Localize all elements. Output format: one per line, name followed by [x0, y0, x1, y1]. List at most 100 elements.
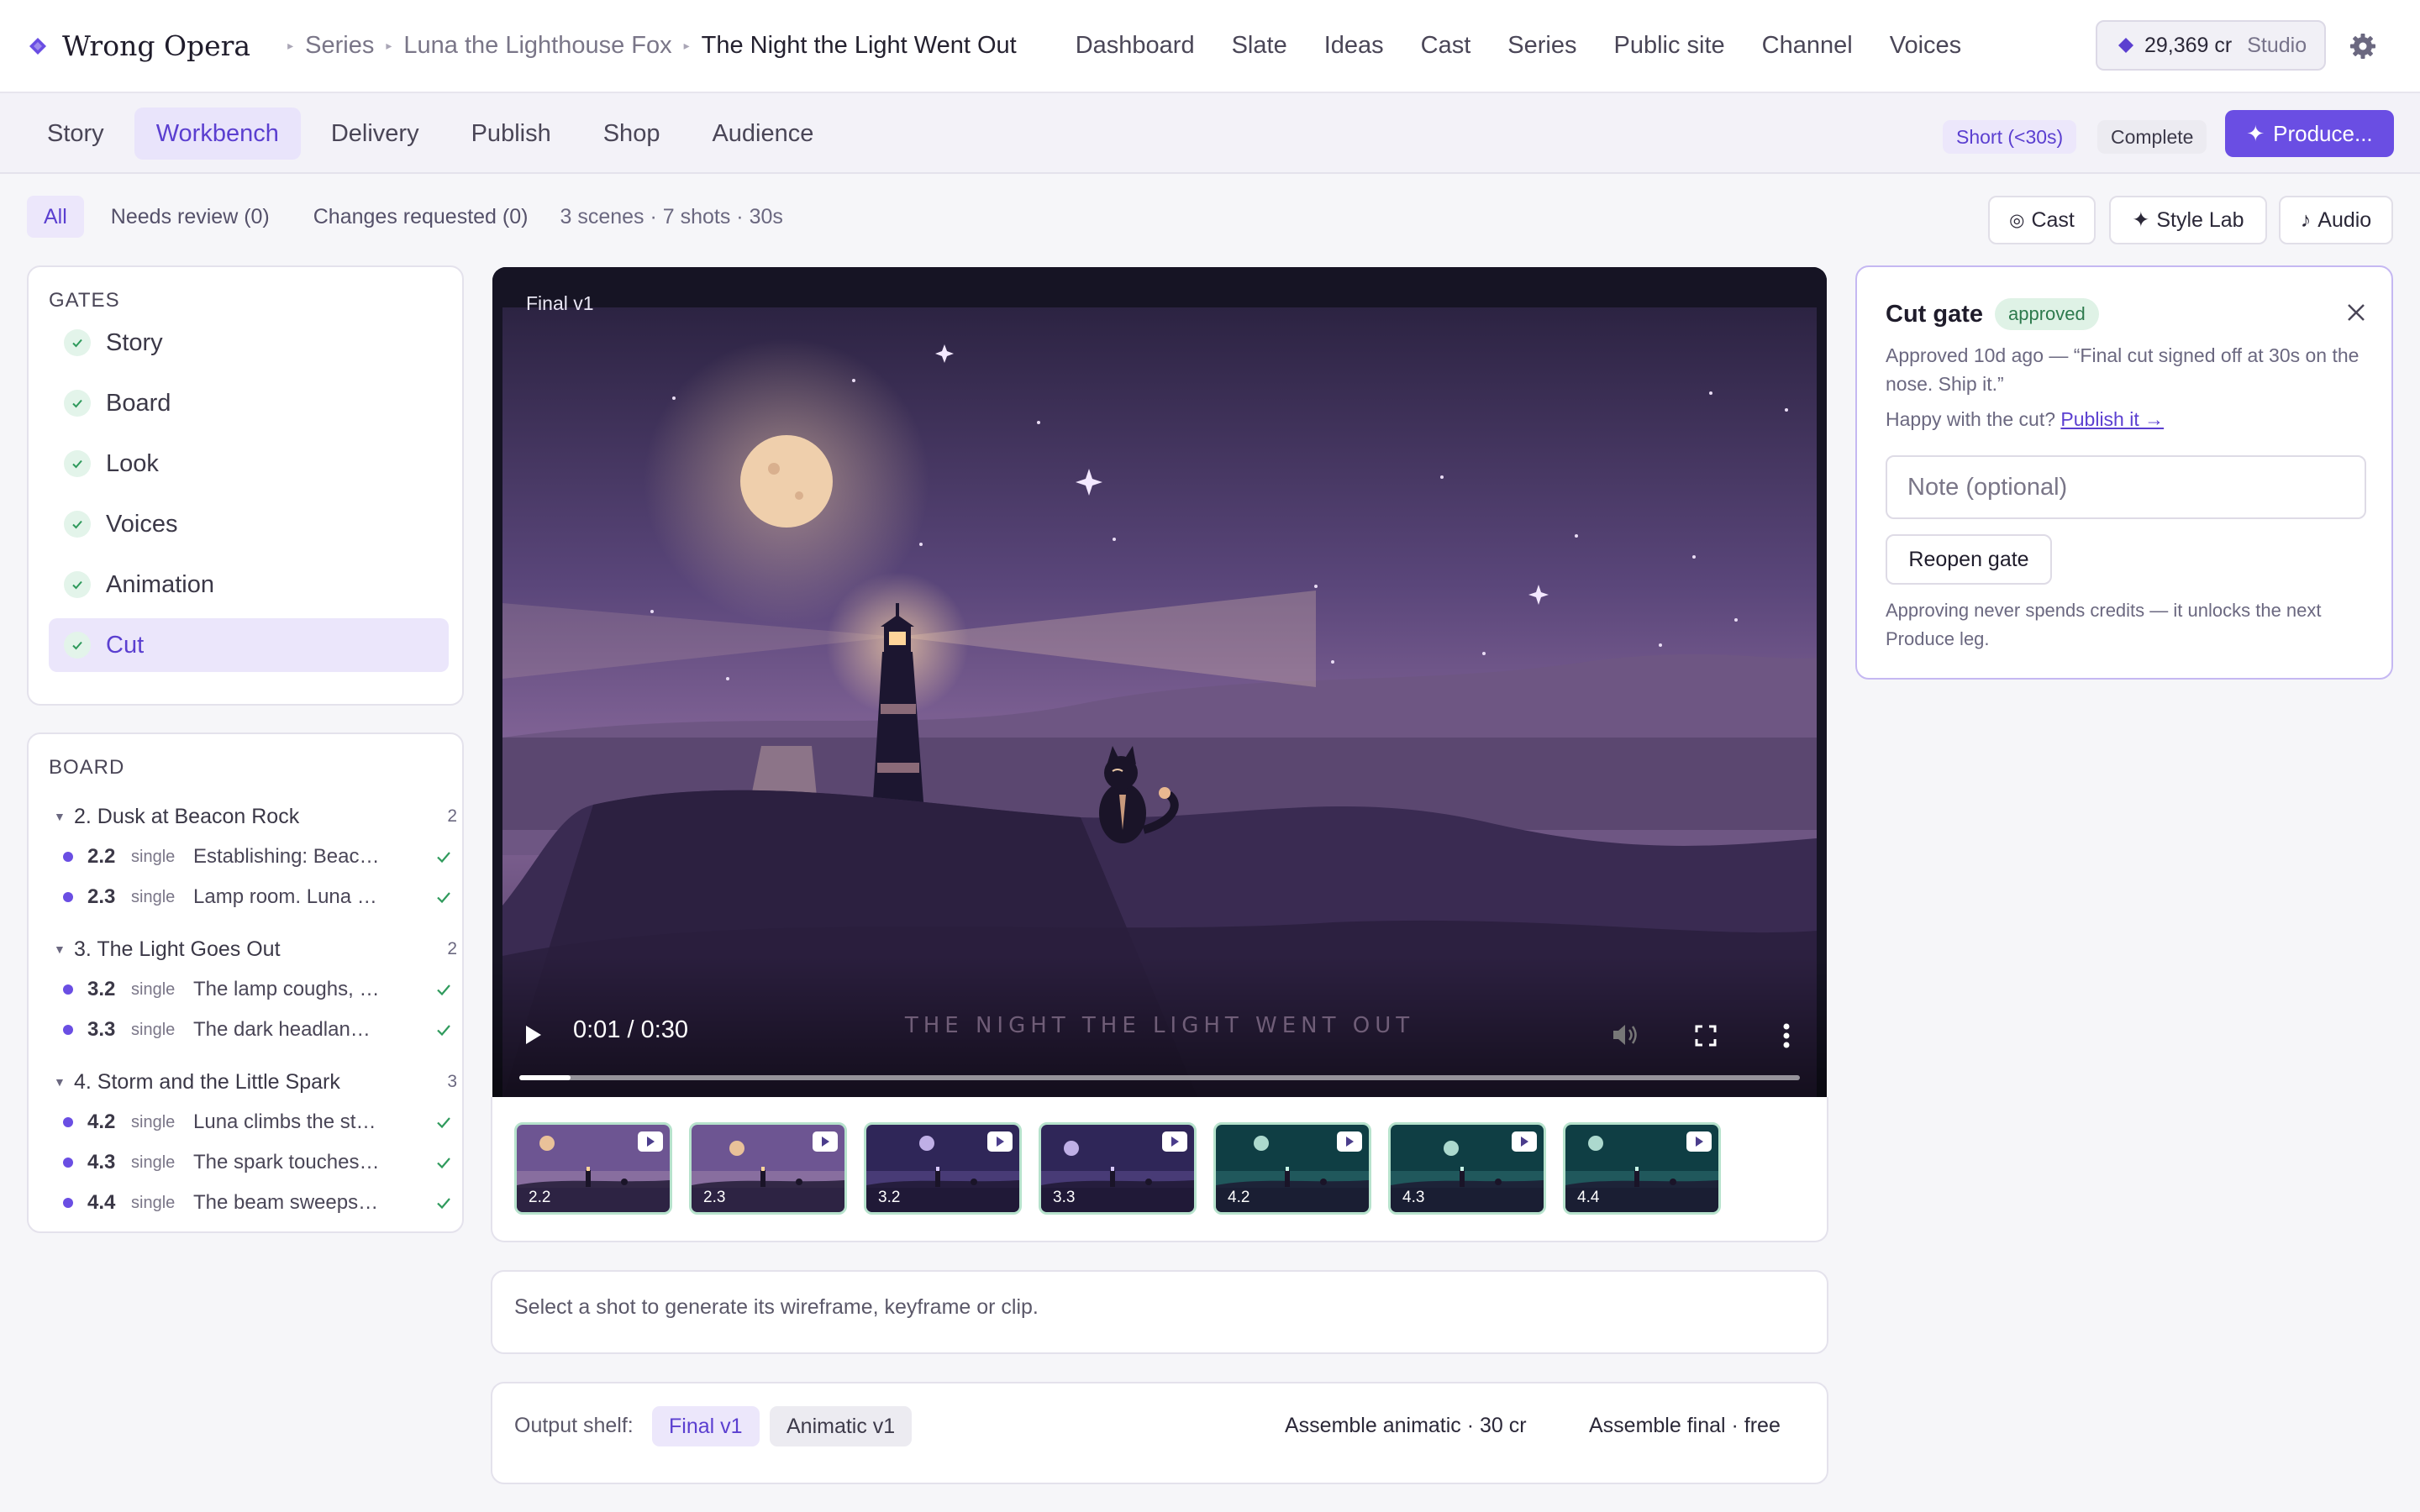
breadcrumb-series[interactable]: Series — [305, 32, 374, 60]
sparkle-icon: ✦ — [2132, 208, 2150, 232]
video-frame-illustration: THE NIGHT THE LIGHT WENT OUT — [492, 267, 1827, 1099]
audio-label: Audio — [2317, 207, 2372, 232]
shot-thumbnail[interactable]: 3.2 — [864, 1122, 1022, 1215]
shot-thumbnail[interactable]: 4.4 — [1563, 1122, 1721, 1215]
gate-animation[interactable]: Animation — [49, 558, 449, 612]
play-icon[interactable] — [1512, 1131, 1537, 1152]
gate-label: Cut — [106, 631, 145, 659]
thumbnail-label: 4.2 — [1228, 1189, 1250, 1206]
publish-link[interactable]: Publish it → — [2060, 408, 2164, 430]
nav-ideas[interactable]: Ideas — [1324, 32, 1384, 60]
fullscreen-icon[interactable] — [1694, 1024, 1718, 1047]
play-icon[interactable] — [1162, 1131, 1187, 1152]
reopen-gate-button[interactable]: Reopen gate — [1886, 534, 2052, 585]
tab-story[interactable]: Story — [25, 108, 126, 160]
shot-dot-icon — [63, 892, 73, 902]
nav-channel[interactable]: Channel — [1762, 32, 1853, 60]
shot-thumbnail[interactable]: 3.3 — [1039, 1122, 1197, 1215]
shot-row[interactable]: 4.3 single The spark touches the lamp — [54, 1142, 457, 1183]
board-title: BOARD — [49, 756, 125, 779]
play-icon[interactable] — [523, 1023, 544, 1047]
shot-row[interactable]: 3.3 single The dark headland at night — [54, 1010, 457, 1050]
produce-button[interactable]: ✦ Produce... — [2225, 110, 2394, 157]
plan-label: Studio — [2247, 33, 2307, 57]
shot-description: Lamp room. Luna checks the lamp — [193, 885, 381, 908]
shot-thumbnail[interactable]: 2.3 — [689, 1122, 847, 1215]
assemble-animatic-button[interactable]: Assemble animatic · 30 cr — [1285, 1414, 1527, 1438]
breadcrumb-show[interactable]: Luna the Lighthouse Fox — [403, 32, 671, 60]
caret-down-icon: ▼ — [54, 810, 66, 823]
scene-header[interactable]: ▼ 3. The Light Goes Out 2 — [54, 929, 457, 969]
assemble-final-button[interactable]: Assemble final · free — [1589, 1414, 1781, 1438]
tab-workbench[interactable]: Workbench — [134, 108, 301, 160]
output-animatic-chip[interactable]: Animatic v1 — [770, 1406, 913, 1446]
gate-cut[interactable]: Cut — [49, 618, 449, 672]
scene-header[interactable]: ▼ 2. Dusk at Beacon Rock 2 — [54, 796, 457, 837]
play-icon[interactable] — [1686, 1131, 1712, 1152]
play-icon[interactable] — [813, 1131, 838, 1152]
credits-badge[interactable]: 29,369 cr Studio — [2096, 20, 2326, 71]
nav-slate[interactable]: Slate — [1232, 32, 1287, 60]
shot-number: 2.2 — [87, 845, 116, 868]
nav-series[interactable]: Series — [1507, 32, 1576, 60]
check-icon — [64, 511, 91, 538]
filter-needs-review[interactable]: Needs review (0) — [111, 205, 270, 229]
nav-voices[interactable]: Voices — [1890, 32, 1961, 60]
close-icon[interactable] — [2344, 301, 2368, 324]
output-final-chip[interactable]: Final v1 — [652, 1406, 760, 1446]
brand[interactable]: Wrong Opera — [29, 29, 250, 62]
nav-dashboard[interactable]: Dashboard — [1076, 32, 1195, 60]
diamond-logo-icon — [29, 37, 46, 55]
play-icon[interactable] — [638, 1131, 663, 1152]
tab-audience[interactable]: Audience — [690, 108, 835, 160]
scene-header[interactable]: ▼ 4. Storm and the Little Spark 3 — [54, 1062, 457, 1102]
style-lab-button[interactable]: ✦ Style Lab — [2109, 196, 2267, 244]
shot-thumbnail[interactable]: 4.2 — [1213, 1122, 1371, 1215]
volume-icon[interactable] — [1610, 1021, 1639, 1048]
cut-gate-title: Cut gate — [1886, 301, 1983, 328]
gates-title: GATES — [49, 289, 120, 312]
section-bar: Story Workbench Delivery Publish Shop Au… — [0, 93, 2420, 174]
breadcrumb-episode: The Night the Light Went Out — [701, 32, 1017, 59]
board-panel: BOARD ▼ 2. Dusk at Beacon Rock 2 2.2 single… — [27, 732, 464, 1233]
shot-row[interactable]: 2.2 single Establishing: Beacon Rock at du… — [54, 837, 457, 877]
gate-footer-note: Approving never spends credits — it unlo… — [1886, 600, 2322, 649]
nav-public-site[interactable]: Public site — [1614, 32, 1725, 60]
shot-description: The dark headland at night — [193, 1018, 381, 1041]
shot-row[interactable]: 4.4 single The beam sweeps the sea — [54, 1183, 457, 1223]
shot-kind: single — [131, 1112, 176, 1131]
cast-icon: ◎ — [2009, 210, 2025, 230]
tab-shop[interactable]: Shop — [581, 108, 682, 160]
thumbnail-label: 2.2 — [529, 1189, 551, 1206]
note-input[interactable] — [1886, 455, 2366, 519]
tab-publish[interactable]: Publish — [450, 108, 573, 160]
gate-label: Board — [106, 389, 171, 417]
shot-row[interactable]: 3.2 single The lamp coughs, flickers — [54, 969, 457, 1010]
shot-row[interactable]: 4.2 single Luna climbs the stairs — [54, 1102, 457, 1142]
filter-changes-requested[interactable]: Changes requested (0) — [313, 205, 529, 229]
video-controls: 0:01 / 0:30 — [492, 998, 1827, 1099]
tab-delivery[interactable]: Delivery — [309, 108, 441, 160]
shot-number: 3.2 — [87, 978, 116, 1000]
cast-button[interactable]: ◎ Cast — [1988, 196, 2096, 244]
video-player[interactable]: THE NIGHT THE LIGHT WENT OUT Final v1 0:… — [492, 267, 1827, 1099]
shot-thumbnail[interactable]: 2.2 — [514, 1122, 672, 1215]
play-icon[interactable] — [987, 1131, 1013, 1152]
audio-button[interactable]: ♪ Audio — [2279, 196, 2393, 244]
scene-title: 2. Dusk at Beacon Rock — [74, 804, 300, 828]
episode-summary: 3 scenes · 7 shots · 30s — [560, 204, 783, 228]
check-icon — [64, 329, 91, 356]
filter-all[interactable]: All — [27, 196, 84, 238]
gate-board[interactable]: Board — [49, 376, 449, 430]
shot-row[interactable]: 2.3 single Lamp room. Luna checks the lamp — [54, 877, 457, 917]
play-icon[interactable] — [1337, 1131, 1362, 1152]
more-options-icon[interactable] — [1782, 1023, 1791, 1048]
shot-thumbnail[interactable]: 4.3 — [1388, 1122, 1546, 1215]
gate-voices[interactable]: Voices — [49, 497, 449, 551]
gear-icon[interactable] — [2348, 31, 2378, 61]
gate-story[interactable]: Story — [49, 316, 449, 370]
gate-look[interactable]: Look — [49, 437, 449, 491]
thumbnail-label: 4.3 — [1402, 1189, 1425, 1206]
video-progress-bar[interactable] — [519, 1075, 1800, 1080]
nav-cast[interactable]: Cast — [1421, 32, 1471, 60]
